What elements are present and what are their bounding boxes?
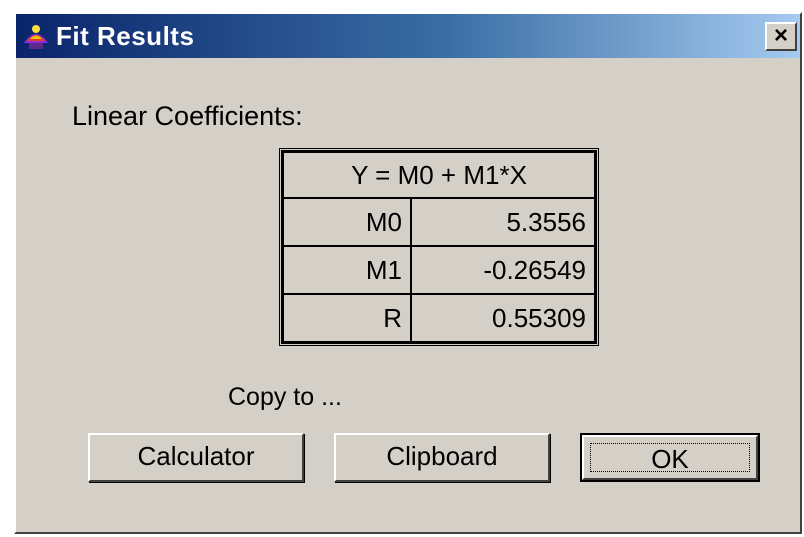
- table-row: M0 5.3556: [282, 197, 596, 247]
- calculator-button[interactable]: Calculator: [88, 433, 304, 482]
- linear-coefficients-label: Linear Coefficients:: [72, 101, 303, 131]
- coef-value: 0.55309: [410, 293, 596, 343]
- title-bar[interactable]: Fit Results ×: [16, 14, 800, 58]
- coef-name: R: [282, 293, 412, 343]
- ok-button[interactable]: OK: [580, 433, 760, 482]
- copy-to-label: Copy to ...: [228, 383, 342, 411]
- equation-header: Y = M0 + M1*X: [282, 151, 596, 199]
- table-row: R 0.55309: [282, 293, 596, 343]
- coef-name: M0: [282, 197, 412, 247]
- fit-results-dialog: Fit Results × Linear Coefficients: Y = M…: [14, 12, 802, 534]
- app-icon: [24, 25, 48, 49]
- close-icon: ×: [773, 22, 788, 49]
- coefficients-table: Y = M0 + M1*X M0 5.3556 M1 -0.26549 R 0.…: [279, 148, 599, 346]
- close-button[interactable]: ×: [765, 22, 797, 51]
- ok-button-label: OK: [590, 443, 750, 474]
- coef-value: -0.26549: [410, 245, 596, 295]
- clipboard-button[interactable]: Clipboard: [334, 433, 550, 482]
- coef-value: 5.3556: [410, 197, 596, 247]
- coef-name: M1: [282, 245, 412, 295]
- table-row: M1 -0.26549: [282, 245, 596, 295]
- window-title: Fit Results: [56, 21, 195, 51]
